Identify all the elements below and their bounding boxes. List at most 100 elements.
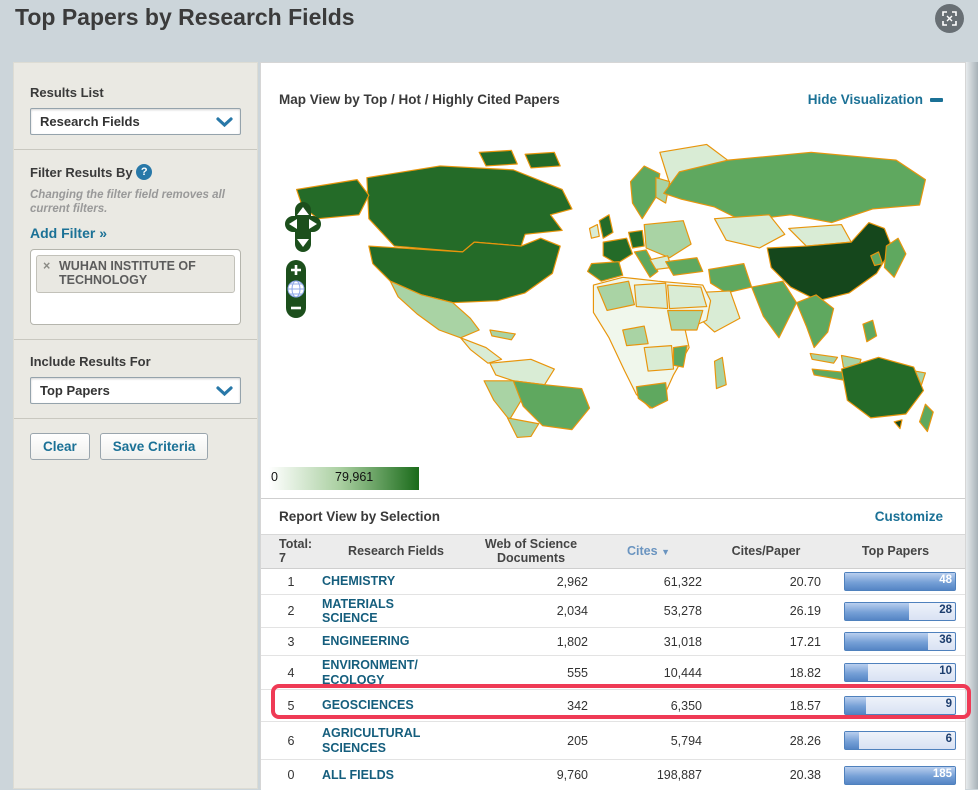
sidebar-divider xyxy=(14,149,257,150)
table-header: Total: 7 Research Fields Web of Science … xyxy=(261,534,965,569)
main-panel: Map View by Top / Hot / Highly Cited Pap… xyxy=(260,62,966,790)
sidebar-divider xyxy=(14,417,257,419)
sidebar-divider xyxy=(14,338,257,340)
save-criteria-button[interactable]: Save Criteria xyxy=(99,432,209,460)
clear-button[interactable]: Clear xyxy=(30,432,90,460)
active-filters-box: × WUHAN INSTITUTE OF TECHNOLOGY xyxy=(30,248,241,325)
table-row: 1 CHEMISTRY 2,962 61,322 20.70 48 xyxy=(261,569,965,594)
top-papers-bar: 28 xyxy=(844,601,956,621)
page-title: Top Papers by Research Fields xyxy=(15,4,355,30)
filter-results-label: Filter Results By ? xyxy=(30,164,241,180)
top-papers-value: 185 xyxy=(932,767,952,780)
expand-icon xyxy=(942,11,957,26)
top-papers-bar: 9 xyxy=(844,696,956,715)
scale-min-label: 0 xyxy=(271,470,278,484)
customize-link[interactable]: Customize xyxy=(875,509,943,524)
include-results-label: Include Results For xyxy=(30,353,151,369)
cites-cell: 61,322 xyxy=(663,574,702,589)
table-row: 2 MATERIALS SCIENCE 2,034 53,278 26.19 2… xyxy=(261,594,965,627)
cites-cell: 5,794 xyxy=(670,733,702,748)
field-link[interactable]: AGRICULTURAL SCIENCES xyxy=(322,726,426,755)
sort-desc-icon: ▼ xyxy=(661,546,670,557)
field-link[interactable]: CHEMISTRY xyxy=(322,574,395,588)
filter-tag-label: WUHAN INSTITUTE OF TECHNOLOGY xyxy=(59,258,196,288)
include-results-value: Top Papers xyxy=(40,382,110,398)
table-row: 0 ALL FIELDS 9,760 198,887 20.38 185 xyxy=(261,759,965,790)
docs-cell: 2,034 xyxy=(556,604,588,618)
field-link[interactable]: ENVIRONMENT/ECOLOGY xyxy=(322,658,426,687)
map-view-title: Map View by Top / Hot / Highly Cited Pap… xyxy=(279,92,560,107)
report-view-title: Report View by Selection xyxy=(279,509,441,524)
globe-icon xyxy=(287,280,305,298)
cites-per-paper-cell: 26.19 xyxy=(789,604,821,618)
col-top-papers: Top Papers xyxy=(861,543,930,558)
cites-per-paper-cell: 20.38 xyxy=(789,768,821,782)
rank-cell: 0 xyxy=(287,768,295,782)
remove-filter-icon[interactable]: × xyxy=(43,259,50,273)
map-zoom-control[interactable] xyxy=(285,259,307,319)
field-link[interactable]: ALL FIELDS xyxy=(322,768,394,782)
filter-note: Changing the filter field removes all cu… xyxy=(30,189,225,216)
rank-cell: 5 xyxy=(287,698,295,713)
cites-cell: 198,887 xyxy=(656,768,702,782)
col-wos-documents: Web of Science Documents xyxy=(484,536,578,565)
rank-cell: 2 xyxy=(287,604,295,618)
field-link[interactable]: ENGINEERING xyxy=(322,634,410,648)
total-count: Total: 7 xyxy=(279,536,313,565)
help-icon[interactable]: ? xyxy=(136,164,153,180)
field-link[interactable]: MATERIALS SCIENCE xyxy=(322,597,426,626)
docs-cell: 2,962 xyxy=(556,574,588,589)
table-body: 1 CHEMISTRY 2,962 61,322 20.70 48 2 MATE… xyxy=(261,569,965,790)
col-cites-sort[interactable]: Cites ▼ xyxy=(591,544,706,559)
world-map[interactable]: 0 79,961 xyxy=(261,121,965,498)
rank-cell: 4 xyxy=(287,665,295,680)
docs-cell: 342 xyxy=(567,698,588,713)
add-filter-link[interactable]: Add Filter » xyxy=(30,225,107,241)
col-research-fields: Research Fields xyxy=(348,543,444,558)
map-pan-control[interactable] xyxy=(279,201,327,253)
table-row: 6 AGRICULTURAL SCIENCES 205 5,794 28.26 … xyxy=(261,721,965,759)
top-papers-value: 9 xyxy=(945,698,952,710)
cites-per-paper-cell: 17.21 xyxy=(789,634,821,649)
scale-max-label: 79,961 xyxy=(335,470,374,484)
chevron-down-icon xyxy=(216,386,233,396)
cites-cell: 10,444 xyxy=(663,665,702,680)
include-results-select[interactable]: Top Papers xyxy=(30,376,241,404)
top-papers-value: 10 xyxy=(939,665,952,677)
cites-cell: 31,018 xyxy=(663,634,702,649)
top-papers-bar: 6 xyxy=(844,731,956,750)
docs-cell: 205 xyxy=(567,733,588,748)
field-link[interactable]: GEOSCIENCES xyxy=(322,698,414,712)
chevron-down-icon xyxy=(216,117,233,128)
results-list-label: Results List xyxy=(30,85,104,100)
results-list-value: Research Fields xyxy=(40,114,140,129)
results-list-select[interactable]: Research Fields xyxy=(30,108,241,135)
top-papers-value: 36 xyxy=(939,634,952,646)
docs-cell: 1,802 xyxy=(556,634,588,649)
cites-cell: 6,350 xyxy=(670,698,702,713)
table-row: 3 ENGINEERING 1,802 31,018 17.21 36 xyxy=(261,627,965,655)
top-papers-bar: 185 xyxy=(844,765,956,785)
cites-cell: 53,278 xyxy=(663,604,702,618)
choropleth-map[interactable] xyxy=(279,134,943,444)
table-row: 4 ENVIRONMENT/ECOLOGY 555 10,444 18.82 1… xyxy=(261,655,965,689)
cites-per-paper-cell: 18.57 xyxy=(789,698,821,713)
rank-cell: 3 xyxy=(287,634,295,649)
top-papers-bar: 48 xyxy=(844,572,956,591)
top-papers-value: 28 xyxy=(939,603,952,616)
filter-tag[interactable]: × WUHAN INSTITUTE OF TECHNOLOGY xyxy=(36,254,235,293)
rank-cell: 1 xyxy=(287,574,295,589)
expand-window-button[interactable] xyxy=(935,4,964,33)
cites-per-paper-cell: 18.82 xyxy=(789,665,821,680)
hide-visualization-link[interactable]: Hide Visualization xyxy=(808,92,943,107)
table-row-highlighted: 5 GEOSCIENCES 342 6,350 18.57 9 xyxy=(261,689,965,721)
cites-per-paper-cell: 28.26 xyxy=(789,733,821,748)
top-papers-value: 48 xyxy=(939,574,952,586)
top-papers-bar: 36 xyxy=(844,632,956,651)
minus-icon xyxy=(930,97,943,102)
vertical-scrollbar[interactable] xyxy=(966,62,978,789)
cites-per-paper-cell: 20.70 xyxy=(789,574,821,589)
col-cites-per-paper: Cites/Paper xyxy=(731,543,801,558)
rank-cell: 6 xyxy=(287,733,295,748)
top-papers-value: 6 xyxy=(945,733,952,745)
